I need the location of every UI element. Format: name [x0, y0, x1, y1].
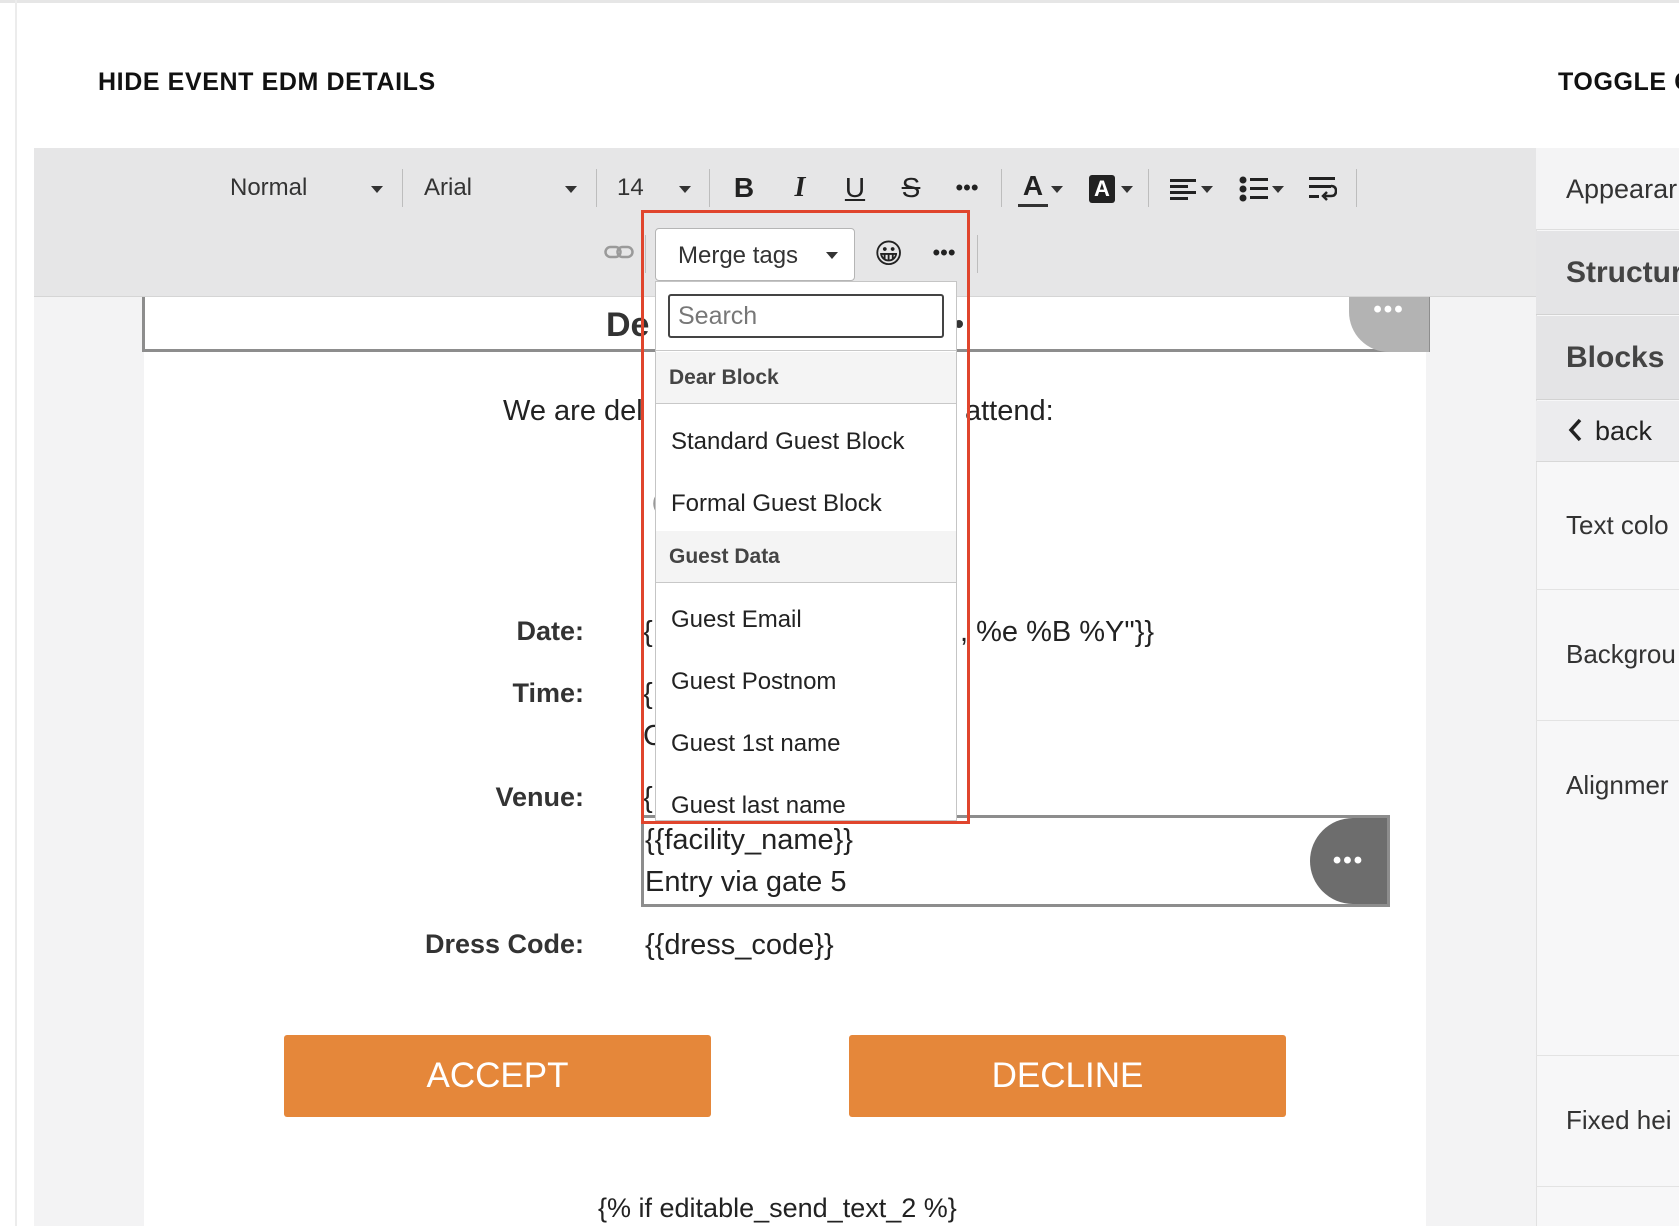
- hide-event-edm-details-link[interactable]: HIDE EVENT EDM DETAILS: [98, 68, 436, 97]
- link-icon[interactable]: [604, 242, 634, 262]
- date-label: Date:: [516, 616, 584, 646]
- list-caret-icon[interactable]: [1272, 186, 1284, 193]
- footer-template-code: {% if editable_send_text_2 %}: [598, 1193, 957, 1223]
- align-caret-icon[interactable]: [1201, 186, 1213, 193]
- paragraph-style-caret-icon[interactable]: [371, 186, 383, 193]
- top-divider: [0, 0, 1679, 3]
- dress-code-value: {{dress_code}}: [645, 929, 834, 961]
- text-color-bar: [1018, 204, 1048, 207]
- highlight-color-icon[interactable]: A: [1089, 175, 1115, 203]
- tab-blocks[interactable]: Blocks: [1536, 316, 1679, 400]
- decline-button[interactable]: DECLINE: [849, 1035, 1286, 1117]
- paragraph-style-select[interactable]: Normal: [230, 174, 307, 202]
- toolbar-separator: [1356, 169, 1357, 207]
- more-formatting-icon[interactable]: •••: [946, 168, 988, 208]
- back-label: back: [1595, 416, 1653, 446]
- tab-structure[interactable]: Structur: [1536, 231, 1679, 315]
- text-color-caret-icon[interactable]: [1051, 186, 1063, 193]
- line-height-icon[interactable]: [1309, 176, 1338, 202]
- toolbar-separator: [1148, 169, 1149, 207]
- align-icon[interactable]: [1170, 178, 1198, 200]
- underline-icon[interactable]: U: [839, 168, 871, 208]
- background-property[interactable]: Backgrou: [1536, 591, 1679, 721]
- font-size-select[interactable]: 14: [617, 174, 644, 202]
- highlight-annotation-box: [641, 210, 970, 824]
- toolbar-separator: [977, 235, 978, 273]
- highlight-color-caret-icon[interactable]: [1121, 186, 1133, 193]
- list-icon[interactable]: [1239, 176, 1269, 202]
- date-value-right: , %e %B %Y"}}: [960, 616, 1155, 648]
- fixed-height-property[interactable]: Fixed hei: [1536, 1057, 1679, 1187]
- text-color-property[interactable]: Text colo: [1536, 462, 1679, 590]
- time-label: Time:: [512, 678, 584, 708]
- font-size-caret-icon[interactable]: [679, 186, 691, 193]
- chevron-left-icon: [1568, 418, 1582, 447]
- left-divider: [15, 0, 17, 1226]
- toolbar-separator: [596, 169, 597, 207]
- text-color-icon[interactable]: A: [1018, 166, 1048, 206]
- italic-icon[interactable]: I: [784, 168, 816, 208]
- font-family-caret-icon[interactable]: [565, 186, 577, 193]
- back-button[interactable]: back: [1536, 401, 1679, 462]
- toggle-link[interactable]: TOGGLE C: [1558, 68, 1679, 97]
- dress-code-label: Dress Code:: [424, 929, 584, 959]
- venue-facility-name: {{facility_name}}: [645, 824, 853, 856]
- venue-entry-note: Entry via gate 5: [645, 866, 847, 898]
- strikethrough-icon[interactable]: S: [895, 168, 927, 208]
- venue-more-button[interactable]: •••: [1310, 818, 1387, 904]
- intro-text-right: attend:: [965, 395, 1054, 427]
- bold-icon[interactable]: B: [728, 168, 760, 208]
- venue-label: Venue:: [495, 782, 584, 812]
- alignment-property[interactable]: Alignmer: [1536, 722, 1679, 1056]
- toolbar-separator: [709, 169, 710, 207]
- toolbar-separator: [1001, 169, 1002, 207]
- toolbar-separator: [402, 169, 403, 207]
- tab-appearance[interactable]: Appearar: [1536, 148, 1679, 230]
- intro-text-left: We are del: [503, 395, 643, 427]
- font-family-select[interactable]: Arial: [424, 174, 472, 202]
- accept-button[interactable]: ACCEPT: [284, 1035, 711, 1117]
